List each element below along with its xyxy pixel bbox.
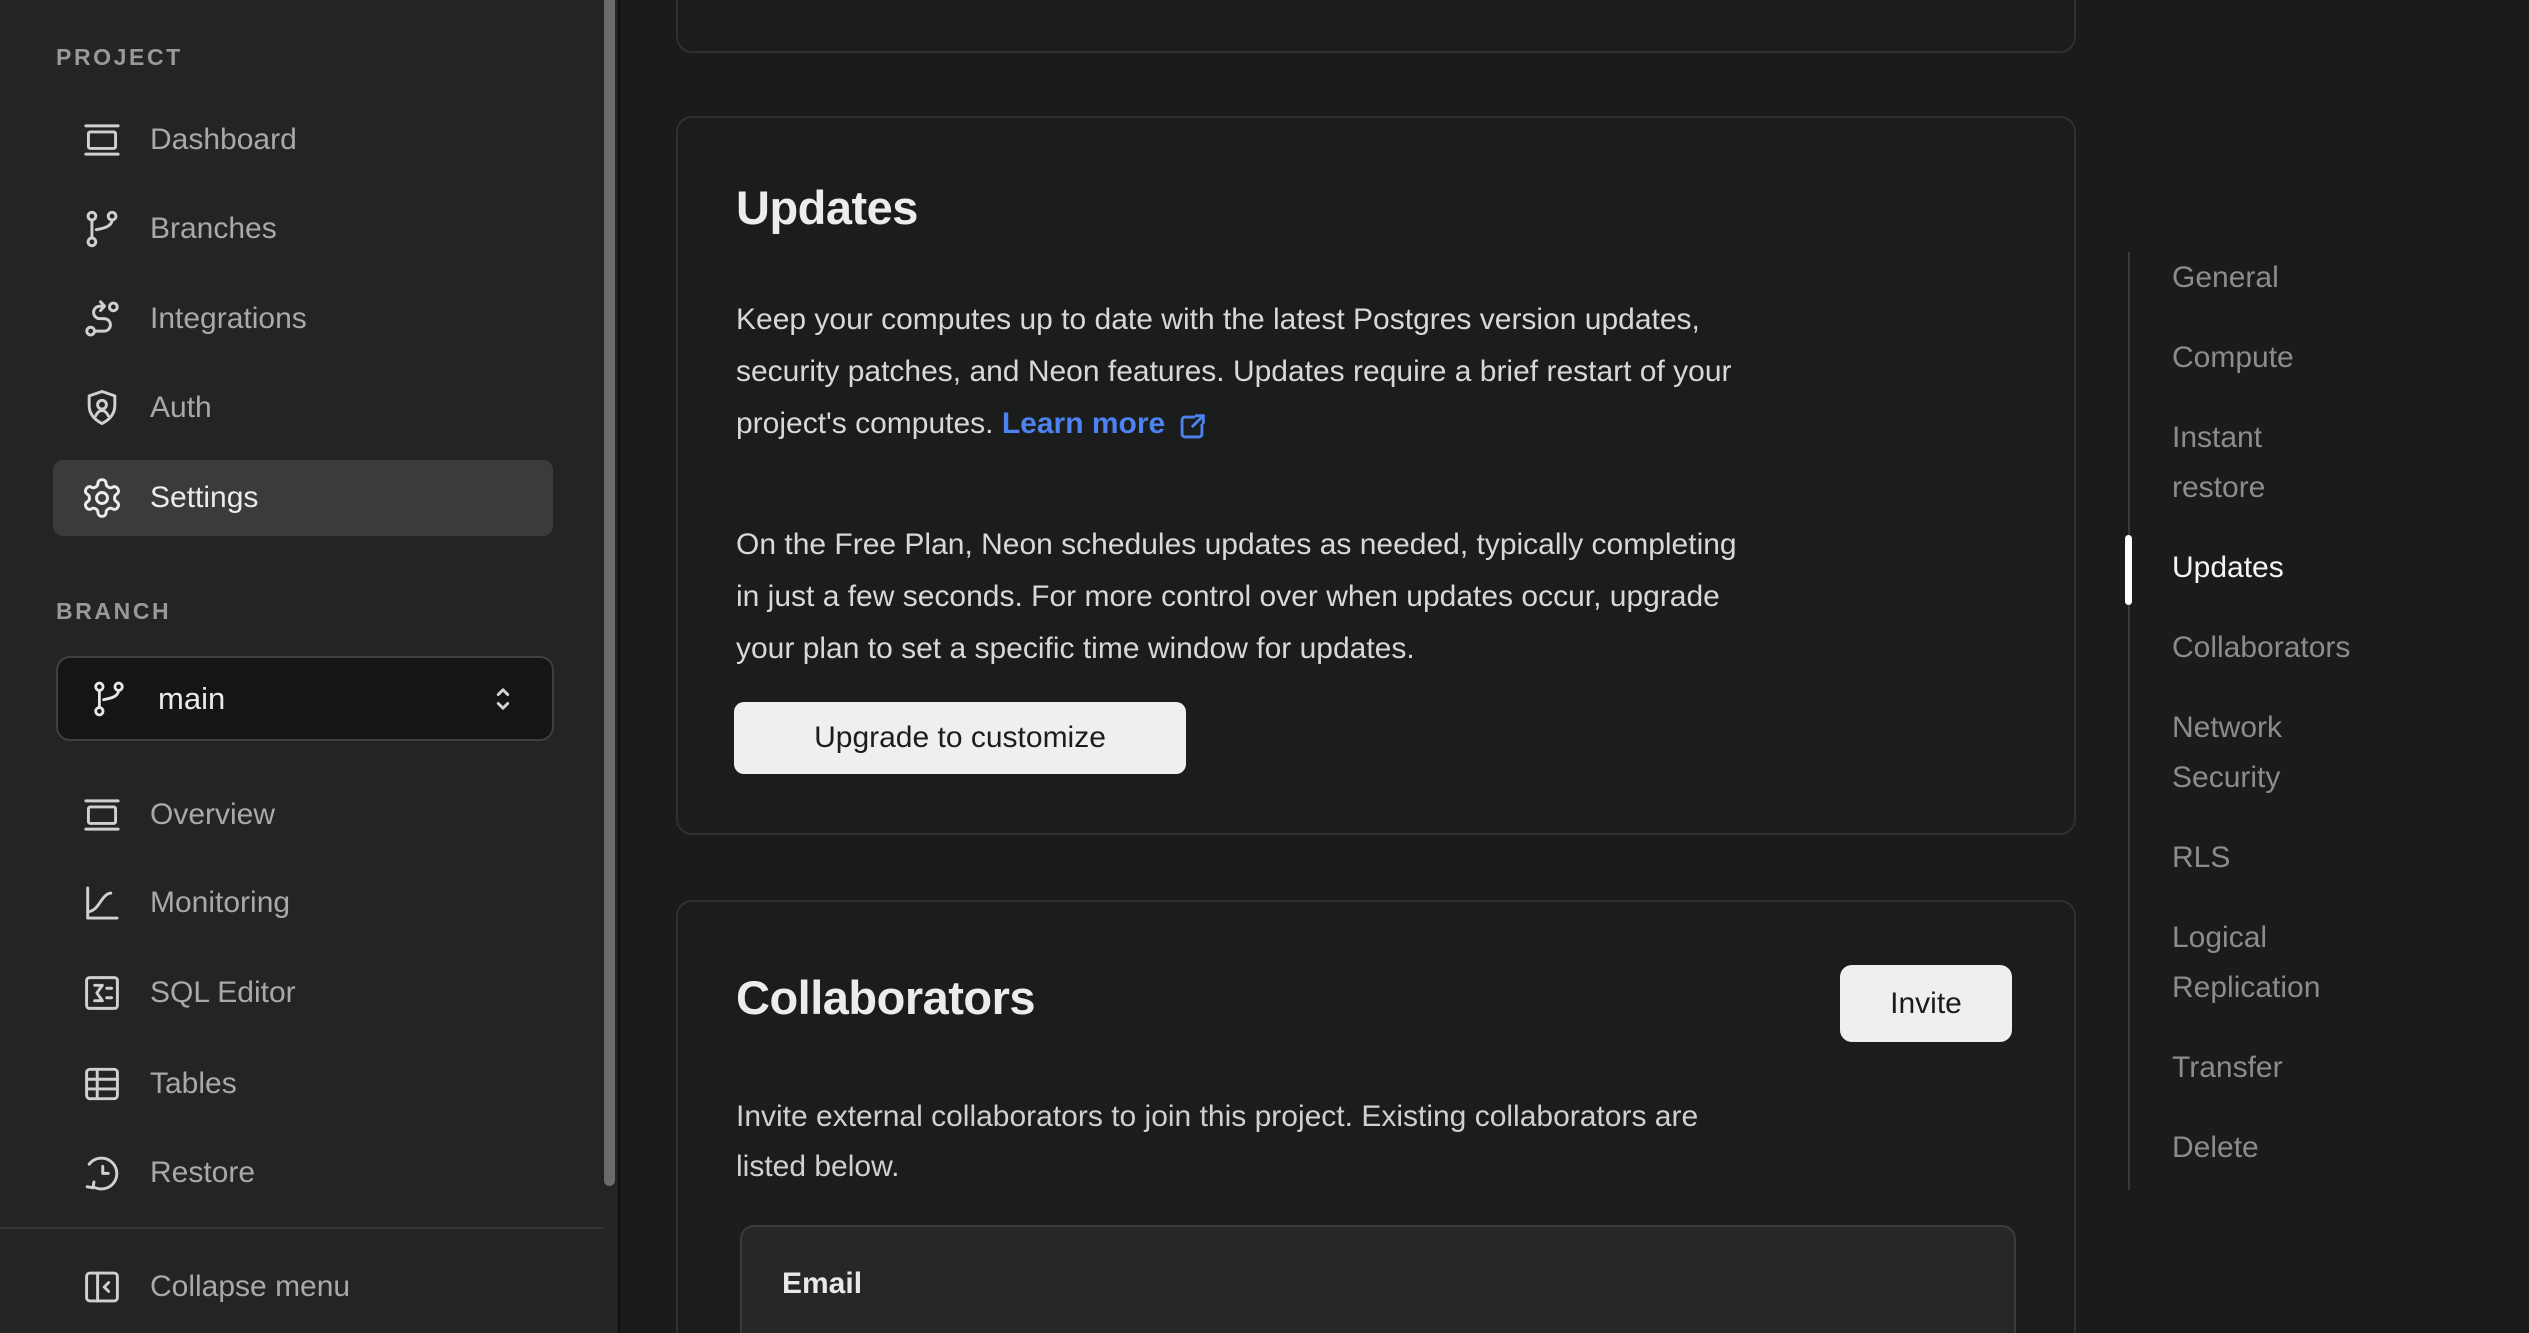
- sidebar-divider: [0, 1227, 604, 1229]
- sidebar-item-auth[interactable]: Auth: [53, 370, 553, 446]
- settings-nav-active-indicator: [2125, 535, 2132, 605]
- settings-nav-item-logical-replication[interactable]: Logical Replication: [2172, 913, 2472, 1013]
- sidebar-item-label: Auth: [150, 391, 212, 425]
- settings-nav-item-compute[interactable]: Compute: [2172, 333, 2472, 383]
- monitoring-icon: [80, 881, 124, 925]
- collaborators-description: Invite external collaborators to join th…: [736, 1092, 2016, 1192]
- settings-nav-item-transfer[interactable]: Transfer: [2172, 1043, 2472, 1093]
- sidebar-item-label: Branches: [150, 212, 277, 246]
- gear-icon: [80, 476, 124, 520]
- collaborators-table: Email: [740, 1225, 2016, 1333]
- sidebar-item-integrations[interactable]: Integrations: [53, 281, 553, 357]
- settings-nav-divider: [2128, 252, 2130, 1190]
- auth-shield-icon: [80, 386, 124, 430]
- settings-nav-item-instant-restore[interactable]: Instant restore: [2172, 413, 2472, 513]
- sidebar-item-label: Dashboard: [150, 123, 297, 157]
- settings-nav-item-updates[interactable]: Updates: [2172, 543, 2472, 593]
- updates-card: Updates Keep your computes up to date wi…: [676, 116, 2076, 835]
- settings-nav-item-general[interactable]: General: [2172, 253, 2472, 303]
- neon-console-screen: PROJECT Dashboard Branches: [0, 0, 2529, 1333]
- updates-body-2: On the Free Plan, Neon schedules updates…: [736, 519, 2016, 675]
- learn-more-link[interactable]: Learn more: [1002, 398, 1209, 450]
- sidebar-item-label: Tables: [150, 1067, 237, 1101]
- learn-more-label: Learn more: [1002, 398, 1165, 450]
- tables-icon: [80, 1062, 124, 1106]
- sidebar-item-dashboard[interactable]: Dashboard: [53, 102, 553, 178]
- branch-selector-value: main: [158, 681, 225, 717]
- sidebar-scrollbar-thumb[interactable]: [604, 0, 615, 1186]
- sidebar-border: [618, 0, 620, 1333]
- sidebar-item-restore[interactable]: Restore: [53, 1135, 553, 1211]
- sql-editor-icon: [80, 971, 124, 1015]
- overview-icon: [80, 793, 124, 837]
- sidebar-item-label: Restore: [150, 1156, 255, 1190]
- card-previous-partial: [676, 0, 2076, 53]
- updates-body-1: Keep your computes up to date with the l…: [736, 294, 2016, 450]
- sidebar-item-branches[interactable]: Branches: [53, 191, 553, 267]
- settings-nav-item-delete[interactable]: Delete: [2172, 1123, 2472, 1173]
- sidebar-item-label: Integrations: [150, 302, 307, 336]
- integrations-icon: [80, 297, 124, 341]
- dashboard-icon: [80, 118, 124, 162]
- sidebar-item-tables[interactable]: Tables: [53, 1046, 553, 1122]
- updates-body-1-text: Keep your computes up to date with the l…: [736, 303, 1732, 440]
- sidebar-item-label: Overview: [150, 798, 275, 832]
- sidebar: PROJECT Dashboard Branches: [0, 0, 618, 1333]
- external-link-icon: [1175, 410, 1209, 444]
- sidebar-item-label: Collapse menu: [150, 1270, 350, 1304]
- sidebar-section-label-project: PROJECT: [56, 44, 183, 71]
- collapse-menu-icon: [80, 1265, 124, 1309]
- updates-title: Updates: [736, 180, 918, 235]
- upgrade-to-customize-button[interactable]: Upgrade to customize: [734, 702, 1186, 774]
- settings-nav-item-rls[interactable]: RLS: [2172, 833, 2472, 883]
- settings-nav-item-network-security[interactable]: Network Security: [2172, 703, 2472, 803]
- sidebar-item-sql-editor[interactable]: SQL Editor: [53, 955, 553, 1031]
- sidebar-item-monitoring[interactable]: Monitoring: [53, 865, 553, 941]
- sidebar-item-overview[interactable]: Overview: [53, 777, 553, 853]
- sidebar-collapse-menu[interactable]: Collapse menu: [53, 1249, 553, 1325]
- collaborators-title: Collaborators: [736, 970, 1035, 1025]
- collaborators-card: Collaborators Invite Invite external col…: [676, 900, 2076, 1333]
- restore-icon: [80, 1151, 124, 1195]
- sidebar-section-label-branch: BRANCH: [56, 598, 171, 625]
- settings-nav-item-collaborators[interactable]: Collaborators: [2172, 623, 2472, 673]
- branch-selector[interactable]: main: [56, 656, 554, 741]
- sidebar-item-label: Settings: [150, 481, 258, 515]
- sidebar-item-settings[interactable]: Settings: [53, 460, 553, 536]
- git-branch-icon: [80, 207, 124, 251]
- git-branch-icon: [88, 678, 130, 720]
- invite-button[interactable]: Invite: [1840, 965, 2012, 1042]
- sidebar-item-label: SQL Editor: [150, 976, 296, 1010]
- sidebar-item-label: Monitoring: [150, 886, 290, 920]
- collaborators-table-header-email: Email: [782, 1267, 862, 1301]
- settings-nav: General Compute Instant restore Updates …: [2172, 253, 2472, 1173]
- chevrons-up-down-icon: [484, 680, 522, 718]
